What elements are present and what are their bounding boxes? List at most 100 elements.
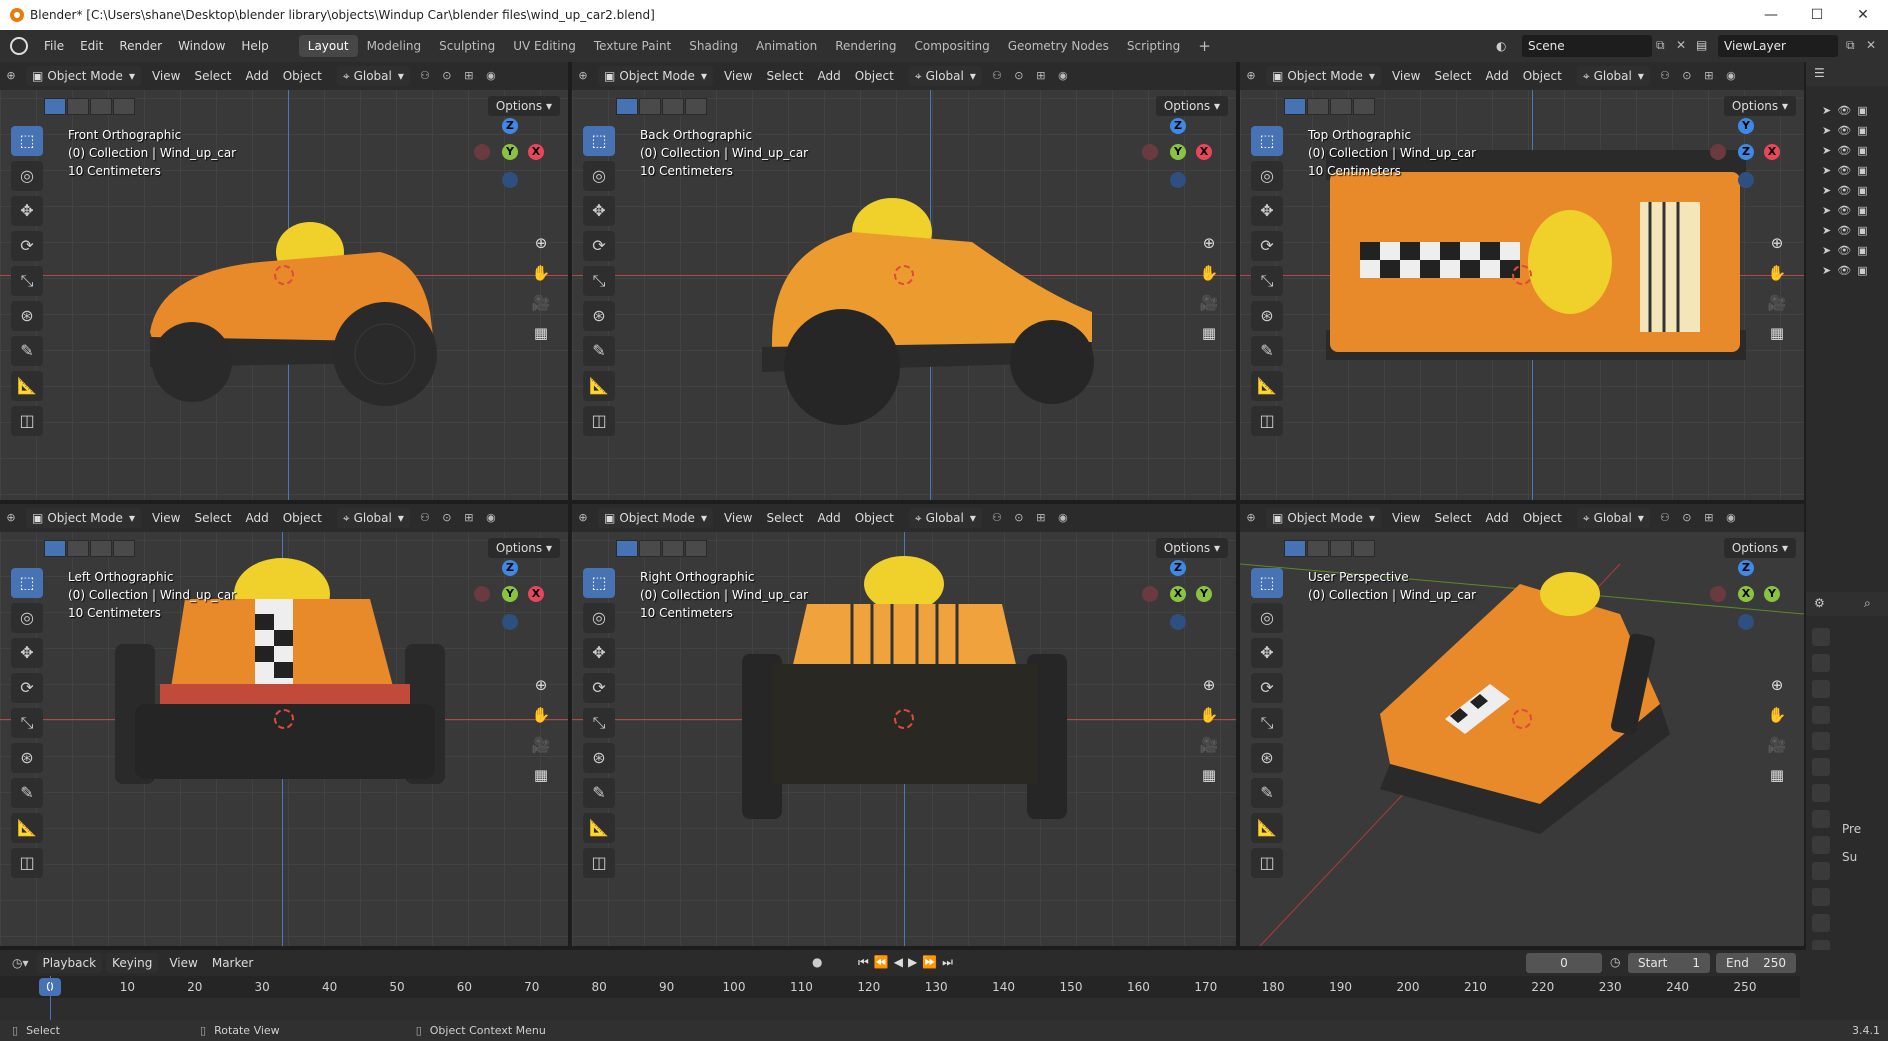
remove-view-layer-icon[interactable]: ✕ (1866, 38, 1876, 52)
select-mode-subtract-icon[interactable] (662, 98, 684, 115)
orientation-dropdown[interactable]: ⌖ Global ▾ (908, 508, 982, 528)
select-mode-set-icon[interactable] (1284, 540, 1306, 557)
snap-icon[interactable]: ⊙ (1010, 67, 1028, 85)
viewport-6[interactable]: ⊕ ▣ Object Mode ▾ View Select Add Object ⌖… (1240, 504, 1804, 946)
snap-icon[interactable]: ⊙ (1010, 509, 1028, 527)
select-mode-extend-icon[interactable] (1307, 98, 1329, 115)
editor-type-icon[interactable]: ⊕ (1242, 509, 1260, 527)
maximize-button[interactable]: ☐ (1794, 0, 1840, 30)
pivot-icon[interactable]: ⚇ (1656, 509, 1674, 527)
record-icon[interactable]: ● (812, 955, 822, 969)
gizmo-axis-top[interactable]: Z (502, 560, 518, 576)
view-menu[interactable]: View (145, 511, 187, 525)
camera-visibility-icon[interactable]: ▣ (1857, 184, 1867, 204)
eye-icon[interactable]: 👁 (1837, 244, 1851, 264)
view-menu[interactable]: View (717, 511, 759, 525)
outliner-row[interactable]: ➤ 👁 ▣ (1822, 264, 1868, 284)
keying-menu[interactable]: Keying (106, 953, 159, 973)
add-menu[interactable]: Add (238, 511, 275, 525)
move-tool-icon[interactable]: ✥ (11, 196, 43, 226)
editor-type-icon[interactable]: ⊕ (1242, 67, 1260, 85)
annotate-tool-icon[interactable]: ✎ (1251, 778, 1283, 808)
scene-icon[interactable] (1812, 732, 1830, 750)
navigation-gizmo[interactable]: Z Y X (470, 114, 550, 194)
new-view-layer-icon[interactable]: ⧉ (1846, 38, 1855, 53)
pan-hand-icon[interactable]: ✋ (1198, 262, 1220, 284)
move-tool-icon[interactable]: ✥ (11, 638, 43, 668)
transform-tool-icon[interactable]: ⊛ (1251, 301, 1283, 331)
pan-hand-icon[interactable]: ✋ (1198, 704, 1220, 726)
pan-hand-icon[interactable]: ✋ (530, 262, 552, 284)
navigation-gizmo[interactable]: Z Y X (1138, 114, 1218, 194)
camera-icon[interactable]: 🎥 (1198, 734, 1220, 756)
eye-icon[interactable]: 👁 (1837, 124, 1851, 144)
pan-hand-icon[interactable]: ✋ (1766, 704, 1788, 726)
output-icon[interactable] (1812, 680, 1830, 698)
cursor-tool-icon[interactable]: ◎ (11, 161, 43, 191)
options-dropdown[interactable]: Options ▾ (1155, 96, 1228, 116)
object-menu[interactable]: Object (276, 69, 329, 83)
tab-scripting[interactable]: Scripting (1118, 35, 1189, 57)
editor-type-icon[interactable]: ⊕ (574, 67, 592, 85)
timeline-track-area[interactable] (0, 998, 1800, 1020)
select-arrow-icon[interactable]: ➤ (1822, 124, 1831, 144)
select-box-tool-icon[interactable]: ⬚ (11, 126, 43, 156)
pan-hand-icon[interactable]: ✋ (530, 704, 552, 726)
pivot-icon[interactable]: ⚇ (988, 509, 1006, 527)
render-icon[interactable] (1812, 654, 1830, 672)
select-mode-set-icon[interactable] (616, 540, 638, 557)
add-cube-tool-icon[interactable]: ◫ (11, 848, 43, 878)
select-arrow-icon[interactable]: ➤ (1822, 204, 1831, 224)
zoom-icon[interactable]: ⊕ (1766, 674, 1788, 696)
select-mode-extend-icon[interactable] (67, 540, 89, 557)
mode-dropdown[interactable]: ▣ Object Mode ▾ (598, 66, 713, 86)
gizmo-axis-top[interactable]: Z (1738, 560, 1754, 576)
annotate-tool-icon[interactable]: ✎ (1251, 336, 1283, 366)
grid-toggle-icon[interactable]: ▦ (1766, 322, 1788, 344)
scale-tool-icon[interactable]: ⤡ (11, 266, 43, 296)
start-frame-field[interactable]: Start 1 (1628, 953, 1710, 973)
gizmo-axis-neg-bottom[interactable] (502, 172, 518, 188)
camera-visibility-icon[interactable]: ▣ (1857, 104, 1867, 124)
annotate-tool-icon[interactable]: ✎ (583, 778, 615, 808)
cursor-tool-icon[interactable]: ◎ (583, 603, 615, 633)
eye-icon[interactable]: 👁 (1837, 204, 1851, 224)
move-tool-icon[interactable]: ✥ (583, 196, 615, 226)
preview-range-icon[interactable]: ◷ (1610, 955, 1620, 969)
select-box-tool-icon[interactable]: ⬚ (1251, 126, 1283, 156)
frame-ruler[interactable]: 0 10203040506070809010011012013014015016… (0, 976, 1800, 998)
orientation-dropdown[interactable]: ⌖ Global ▾ (908, 66, 982, 86)
gizmo-axis-neg-left[interactable] (1710, 144, 1726, 160)
rotate-tool-icon[interactable]: ⟳ (583, 231, 615, 261)
select-mode-set-icon[interactable] (44, 98, 66, 115)
select-menu[interactable]: Select (1427, 511, 1478, 525)
select-menu[interactable]: Select (187, 511, 238, 525)
gizmo-axis-top[interactable]: Z (502, 118, 518, 134)
add-menu[interactable]: Add (810, 511, 847, 525)
tab-layout[interactable]: Layout (298, 35, 358, 57)
object-menu[interactable]: Object (848, 511, 901, 525)
navigation-gizmo[interactable]: Z X Y (1706, 556, 1786, 636)
pivot-icon[interactable]: ⚇ (416, 509, 434, 527)
snap-target-icon[interactable]: ⊞ (460, 509, 478, 527)
object-menu[interactable]: Object (848, 69, 901, 83)
snap-target-icon[interactable]: ⊞ (1700, 67, 1718, 85)
viewport-5[interactable]: ⊕ ▣ Object Mode ▾ View Select Add Object ⌖… (572, 504, 1236, 946)
properties-search-icon[interactable]: ⌕ (1864, 596, 1871, 611)
annotate-tool-icon[interactable]: ✎ (11, 336, 43, 366)
select-mode-subtract-icon[interactable] (662, 540, 684, 557)
viewport-1[interactable]: ⊕ ▣ Object Mode ▾ View Select Add Object ⌖… (0, 62, 568, 500)
clock-editor-icon[interactable]: ◷▾ (12, 956, 29, 970)
orientation-dropdown[interactable]: ⌖ Global ▾ (336, 66, 410, 86)
select-mode-buttons[interactable] (44, 540, 136, 557)
rotate-tool-icon[interactable]: ⟳ (1251, 673, 1283, 703)
select-arrow-icon[interactable]: ➤ (1822, 144, 1831, 164)
gizmo-axis-top[interactable]: Z (1170, 560, 1186, 576)
eye-icon[interactable]: 👁 (1837, 184, 1851, 204)
select-mode-set-icon[interactable] (44, 540, 66, 557)
transform-tool-icon[interactable]: ⊛ (583, 743, 615, 773)
select-menu[interactable]: Select (759, 69, 810, 83)
tab-compositing[interactable]: Compositing (905, 35, 998, 57)
annotate-tool-icon[interactable]: ✎ (11, 778, 43, 808)
select-arrow-icon[interactable]: ➤ (1822, 164, 1831, 184)
